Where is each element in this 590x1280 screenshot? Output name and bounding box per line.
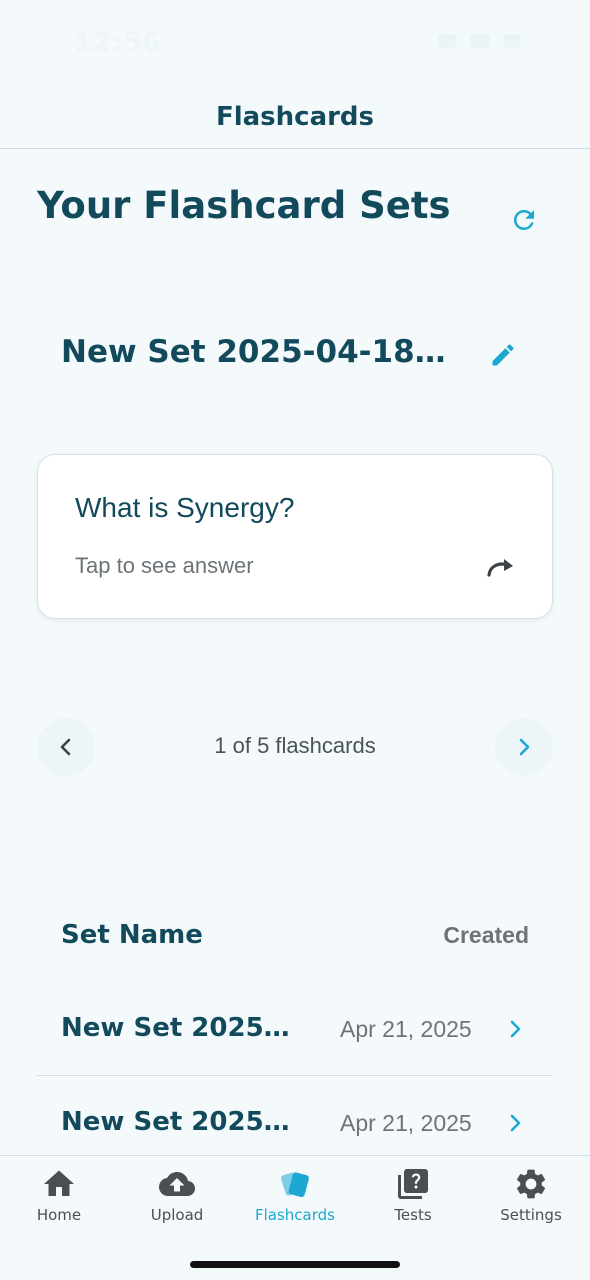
tab-label: Flashcards: [255, 1206, 335, 1224]
app-header: Flashcards: [0, 90, 590, 149]
row-set-name: New Set 2025-0...: [61, 1013, 297, 1043]
gear-icon: [516, 1169, 546, 1199]
table-row[interactable]: New Set 2025-0... Apr 21, 2025: [37, 983, 553, 1076]
home-indicator[interactable]: [190, 1261, 400, 1268]
tab-settings[interactable]: Settings: [472, 1166, 590, 1236]
quiz-icon: [398, 1169, 428, 1199]
status-icons: [438, 34, 520, 48]
chevron-right-icon: [510, 1020, 521, 1038]
tab-flashcards[interactable]: Flashcards: [236, 1166, 354, 1236]
column-created: Created: [443, 922, 529, 948]
tab-label: Tests: [394, 1206, 432, 1224]
battery-icon: [504, 34, 520, 48]
cloud-upload-icon: [159, 1172, 195, 1196]
flashcard-hint: Tap to see answer: [75, 553, 254, 578]
status-time: 12:56: [74, 28, 162, 58]
tab-label: Settings: [500, 1206, 562, 1224]
refresh-icon: [513, 209, 534, 230]
cards-icon: [280, 1172, 309, 1198]
column-set-name: Set Name: [61, 920, 203, 950]
row-set-name: New Set 2025-0...: [61, 1107, 297, 1137]
flashcard-pager: 1 of 5 flashcards: [37, 718, 553, 776]
page-title: Your Flashcard Sets: [37, 184, 451, 227]
tab-upload[interactable]: Upload: [118, 1166, 236, 1236]
tab-label: Upload: [150, 1206, 204, 1224]
flashcard-question: What is Synergy?: [75, 492, 295, 523]
status-bar: 12:56: [0, 0, 590, 90]
flashcard[interactable]: What is Synergy? Tap to see answer: [37, 454, 553, 619]
pager-count: 1 of 5 flashcards: [214, 733, 376, 758]
tab-tests[interactable]: Tests: [354, 1166, 472, 1236]
wifi-icon: [470, 34, 490, 48]
chevron-right-icon: [510, 1114, 521, 1132]
tab-label: Home: [36, 1206, 82, 1224]
redo-arrow-icon: [487, 559, 513, 577]
flashcards-screen: 12:56 Flashcards Your Flashcard Sets New…: [0, 0, 590, 1280]
tab-home[interactable]: Home: [0, 1166, 118, 1236]
refresh-button[interactable]: [506, 202, 542, 238]
header-title: Flashcards: [215, 102, 375, 132]
signal-icon: [438, 34, 456, 48]
pencil-icon: [492, 344, 514, 366]
edit-set-name-button[interactable]: [486, 338, 520, 372]
next-card-button[interactable]: [495, 718, 553, 776]
chevron-right-icon: [519, 738, 530, 756]
row-created-date: Apr 21, 2025: [340, 1110, 472, 1136]
current-set-title: New Set 2025-04-18 2...: [61, 334, 451, 370]
row-created-date: Apr 21, 2025: [340, 1016, 472, 1042]
home-icon: [44, 1170, 74, 1196]
